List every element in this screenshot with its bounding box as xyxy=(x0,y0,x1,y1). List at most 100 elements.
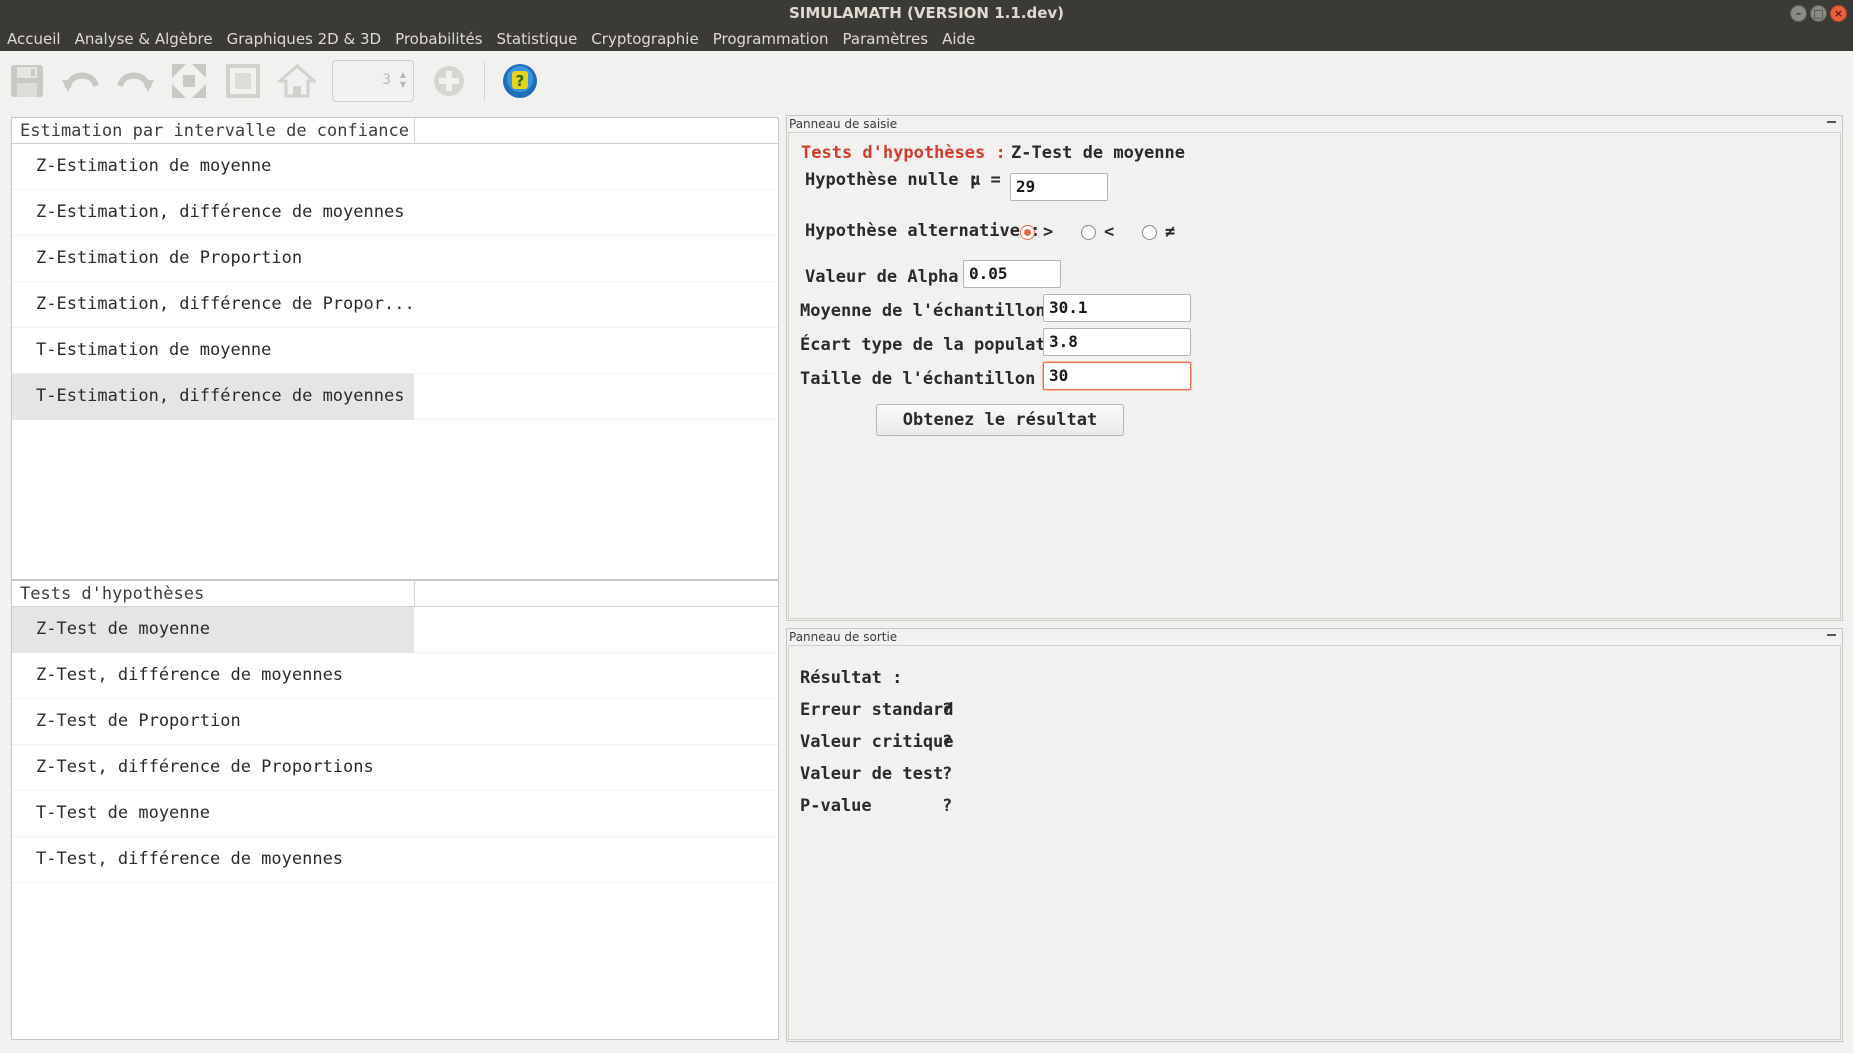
sample-mean-input[interactable]: 30.1 xyxy=(1043,294,1191,322)
sample-size-label: Taille de l'échantillon xyxy=(800,369,1036,389)
alt-hypothesis-label: Hypothèse alternative : xyxy=(805,221,1041,241)
menu-bar: Accueil Analyse & Algèbre Graphiques 2D … xyxy=(0,27,1853,51)
standard-error-label: Erreur standard xyxy=(800,700,954,720)
list-item-z-test-proportion[interactable]: Z-Test de Proportion xyxy=(12,699,778,745)
list-item-t-estimation-moyenne[interactable]: T-Estimation de moyenne xyxy=(12,328,778,374)
menu-graphiques[interactable]: Graphiques 2D & 3D xyxy=(227,30,381,48)
list-item-label: Z-Test de Proportion xyxy=(36,711,241,731)
radio-greater[interactable] xyxy=(1020,225,1035,240)
critical-value-label: Valeur critique xyxy=(800,732,954,752)
p-value-value: ? xyxy=(942,796,953,816)
minimize-icon[interactable]: – xyxy=(1790,5,1807,22)
tests-section: Tests d'hypothèses Z-Test de moyenne Z-T… xyxy=(12,579,778,883)
spin-arrows-icon[interactable]: ▲ ▼ xyxy=(400,70,406,90)
output-panel: Panneau de sortie Résultat : Erreur stan… xyxy=(786,628,1843,1042)
window-title-bar: SIMULAMATH (VERSION 1.1.dev) – □ × xyxy=(0,0,1853,27)
list-item-label: T-Estimation, différence de moyennes xyxy=(36,386,405,406)
zoom-spin-value: 3 xyxy=(382,72,391,88)
list-item-label: Z-Estimation de Proportion xyxy=(36,248,303,268)
list-item-label: Z-Estimation, différence de Propor... xyxy=(36,294,415,314)
header-divider xyxy=(414,118,415,144)
radio-not-equal[interactable] xyxy=(1142,225,1157,240)
alpha-input[interactable]: 0.05 xyxy=(963,260,1061,288)
confidence-header: Estimation par intervalle de confiance xyxy=(12,118,778,144)
radio-not-equal-label: ≠ xyxy=(1165,222,1176,242)
list-item-z-test-diff-moyennes[interactable]: Z-Test, différence de moyennes xyxy=(12,653,778,699)
alpha-label: Valeur de Alpha : xyxy=(805,267,979,287)
menu-analyse-algebre[interactable]: Analyse & Algèbre xyxy=(75,30,213,48)
list-item-t-estimation-diff-moyennes[interactable]: T-Estimation, différence de moyennes xyxy=(12,374,778,420)
list-item-label: T-Estimation de moyenne xyxy=(36,340,272,360)
minimize-panel-icon[interactable] xyxy=(1826,117,1837,128)
list-item-label: Z-Test de moyenne xyxy=(36,619,210,639)
mu-input[interactable]: 29 xyxy=(1010,173,1108,201)
sample-mean-label: Moyenne de l'échantillon xyxy=(800,301,1046,321)
close-icon[interactable]: × xyxy=(1830,5,1847,22)
radio-less[interactable] xyxy=(1081,225,1096,240)
output-panel-body: Résultat : Erreur standard ? Valeur crit… xyxy=(788,645,1841,1040)
radio-less-label: < xyxy=(1104,222,1115,242)
add-icon[interactable] xyxy=(430,62,468,100)
list-item-t-test-diff-moyennes[interactable]: T-Test, différence de moyennes xyxy=(12,837,778,883)
list-item-label: T-Test de moyenne xyxy=(36,803,210,823)
menu-accueil[interactable]: Accueil xyxy=(7,30,61,48)
list-item-z-estimation-diff-moyennes[interactable]: Z-Estimation, différence de moyennes xyxy=(12,190,778,236)
zoom-spinbox[interactable]: 3 ▲ ▼ xyxy=(332,60,414,102)
list-item-z-test-moyenne[interactable]: Z-Test de moyenne xyxy=(12,607,778,653)
redo-icon[interactable] xyxy=(116,62,154,100)
standard-error-value: ? xyxy=(942,700,953,720)
fit-icon[interactable] xyxy=(224,62,262,100)
tests-header: Tests d'hypothèses xyxy=(12,581,778,607)
menu-parametres[interactable]: Paramètres xyxy=(843,30,929,48)
list-item-label: Z-Estimation de moyenne xyxy=(36,156,272,176)
pop-sd-label: Écart type de la population xyxy=(800,335,1077,355)
window-title: SIMULAMATH (VERSION 1.1.dev) xyxy=(788,4,1065,22)
test-value-value: ? xyxy=(942,764,953,784)
list-item-label: Z-Test, différence de Proportions xyxy=(36,757,374,777)
heading-prefix: Tests d'hypothèses : xyxy=(801,143,1006,163)
list-item-z-estimation-moyenne[interactable]: Z-Estimation de moyenne xyxy=(12,144,778,190)
header-divider xyxy=(414,581,415,607)
method-list-panel: Estimation par intervalle de confiance Z… xyxy=(11,117,779,1040)
menu-cryptographie[interactable]: Cryptographie xyxy=(591,30,698,48)
get-result-button[interactable]: Obtenez le résultat xyxy=(876,404,1124,436)
test-value-label: Valeur de test xyxy=(800,764,944,784)
heading-title: Z-Test de moyenne xyxy=(1011,143,1185,163)
sample-size-input[interactable]: 30 xyxy=(1043,362,1191,390)
critical-value-value: ? xyxy=(942,732,953,752)
input-panel-body: Tests d'hypothèses : Z-Test de moyenne H… xyxy=(788,132,1841,619)
pop-sd-input[interactable]: 3.8 xyxy=(1043,328,1191,356)
list-item-z-estimation-diff-proportions[interactable]: Z-Estimation, différence de Propor... xyxy=(12,282,778,328)
save-icon[interactable] xyxy=(8,62,46,100)
list-item-label: Z-Test, différence de moyennes xyxy=(36,665,344,685)
list-item-z-estimation-proportion[interactable]: Z-Estimation de Proportion xyxy=(12,236,778,282)
svg-text:?: ? xyxy=(516,72,525,90)
toolbar-separator xyxy=(484,61,485,101)
list-item-label: T-Test, différence de moyennes xyxy=(36,849,344,869)
mu-label: μ = xyxy=(970,170,1001,190)
help-icon[interactable]: ? xyxy=(501,62,539,100)
input-panel-title: Panneau de saisie xyxy=(789,117,898,131)
output-panel-title: Panneau de sortie xyxy=(789,630,898,644)
list-item-z-test-diff-proportions[interactable]: Z-Test, différence de Proportions xyxy=(12,745,778,791)
toolbar: 3 ▲ ▼ ? xyxy=(0,51,1853,111)
list-item-t-test-moyenne[interactable]: T-Test de moyenne xyxy=(12,791,778,837)
result-label: Résultat : xyxy=(800,668,903,688)
list-item-label: Z-Estimation, différence de moyennes xyxy=(36,202,405,222)
undo-icon[interactable] xyxy=(62,62,100,100)
home-icon[interactable] xyxy=(278,62,316,100)
confidence-section: Estimation par intervalle de confiance Z… xyxy=(12,118,778,420)
menu-probabilites[interactable]: Probabilités xyxy=(395,30,482,48)
menu-programmation[interactable]: Programmation xyxy=(713,30,829,48)
tests-header-label: Tests d'hypothèses xyxy=(20,584,205,604)
maximize-icon[interactable]: □ xyxy=(1810,5,1827,22)
expand-icon[interactable] xyxy=(170,62,208,100)
p-value-label: P-value xyxy=(800,796,872,816)
confidence-header-label: Estimation par intervalle de confiance xyxy=(20,121,409,141)
minimize-panel-icon[interactable] xyxy=(1826,630,1837,641)
input-panel: Panneau de saisie Tests d'hypothèses : Z… xyxy=(786,115,1843,621)
null-hypothesis-label: Hypothèse nulle : xyxy=(805,170,979,190)
radio-greater-label: > xyxy=(1043,222,1054,242)
menu-aide[interactable]: Aide xyxy=(942,30,975,48)
menu-statistique[interactable]: Statistique xyxy=(497,30,578,48)
